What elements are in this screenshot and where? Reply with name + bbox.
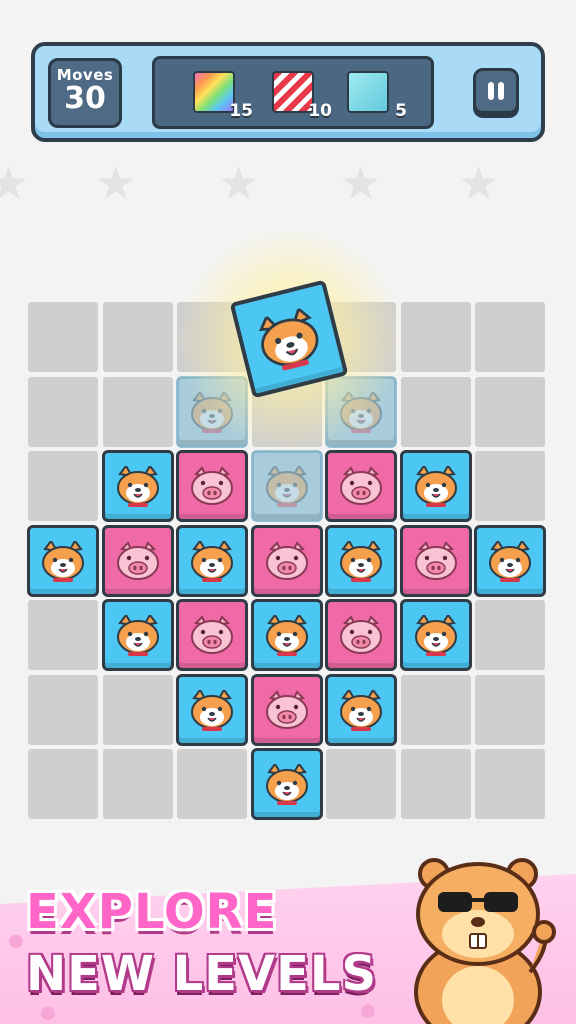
shiba-dog-face-icon bbox=[265, 466, 308, 508]
pig-face-icon bbox=[340, 466, 382, 506]
board-cell[interactable] bbox=[28, 749, 98, 819]
shiba-dog-face-icon bbox=[489, 540, 531, 582]
paw-print-icon: ● bbox=[8, 930, 24, 951]
board-cell[interactable] bbox=[475, 600, 545, 670]
dog-tile[interactable] bbox=[176, 524, 248, 597]
dog-tile[interactable] bbox=[101, 599, 174, 671]
board-cell[interactable] bbox=[400, 674, 471, 745]
dog-tile[interactable] bbox=[27, 524, 99, 597]
dog-tile[interactable] bbox=[250, 599, 323, 671]
dog-tile[interactable] bbox=[399, 450, 472, 522]
board-cell[interactable] bbox=[28, 600, 98, 670]
shiba-dog-face-icon bbox=[340, 540, 382, 582]
board-cell[interactable] bbox=[475, 451, 545, 521]
pig-face-icon bbox=[340, 615, 382, 655]
board-cell[interactable] bbox=[28, 302, 98, 372]
shiba-dog-face-icon bbox=[414, 466, 457, 508]
board-cell[interactable] bbox=[400, 376, 471, 447]
dog-tile[interactable] bbox=[399, 599, 472, 671]
pig-tile[interactable] bbox=[176, 450, 248, 522]
board-cell[interactable] bbox=[326, 749, 396, 819]
paw-print-icon: ● bbox=[40, 1002, 56, 1023]
dog-tile[interactable] bbox=[101, 450, 174, 522]
board-cell[interactable] bbox=[28, 376, 98, 447]
shiba-dog-face-icon bbox=[258, 306, 319, 371]
dog-tile[interactable] bbox=[325, 673, 397, 746]
shiba-dog-face-icon bbox=[340, 689, 382, 731]
banner-title-line2: NEW LEVELS bbox=[26, 946, 378, 1002]
pig-face-icon bbox=[414, 541, 457, 580]
board-cell[interactable] bbox=[102, 749, 173, 819]
shiba-dog-face-icon bbox=[191, 540, 233, 582]
board-cell[interactable] bbox=[102, 674, 173, 745]
pig-face-icon bbox=[116, 541, 159, 580]
board-cell[interactable] bbox=[102, 302, 173, 372]
paw-print-icon: ● bbox=[360, 1000, 376, 1021]
board-cell[interactable] bbox=[102, 376, 173, 447]
pig-face-icon bbox=[191, 466, 233, 506]
shiba-dog-face-icon bbox=[191, 689, 233, 731]
pig-tile[interactable] bbox=[325, 599, 397, 671]
ghost-dog-tile[interactable] bbox=[250, 450, 323, 522]
board-cell[interactable] bbox=[475, 302, 545, 372]
board-cell[interactable] bbox=[475, 376, 545, 447]
dog-tile[interactable] bbox=[474, 524, 546, 597]
dog-tile[interactable] bbox=[325, 524, 397, 597]
shiba-dog-face-icon bbox=[42, 540, 84, 582]
shiba-dog-face-icon bbox=[265, 615, 308, 657]
pig-face-icon bbox=[191, 615, 233, 655]
shiba-dog-face-icon bbox=[265, 764, 308, 806]
board-cell[interactable] bbox=[400, 749, 471, 819]
pig-tile[interactable] bbox=[250, 673, 323, 746]
hamster-with-sunglasses-icon bbox=[414, 858, 556, 1024]
pig-face-icon bbox=[265, 541, 308, 580]
dog-tile[interactable] bbox=[176, 673, 248, 746]
shiba-dog-face-icon bbox=[116, 466, 159, 508]
banner-title-line1: EXPLORE bbox=[26, 884, 278, 940]
dog-tile[interactable] bbox=[250, 748, 323, 820]
board-cell[interactable] bbox=[177, 749, 247, 819]
pig-tile[interactable] bbox=[101, 524, 174, 597]
shiba-dog-face-icon bbox=[414, 615, 457, 657]
board-cell[interactable] bbox=[28, 674, 98, 745]
board-cell[interactable] bbox=[400, 302, 471, 372]
pig-face-icon bbox=[265, 690, 308, 729]
pig-tile[interactable] bbox=[399, 524, 472, 597]
pig-tile[interactable] bbox=[325, 450, 397, 522]
board-cell[interactable] bbox=[475, 674, 545, 745]
shiba-dog-face-icon bbox=[116, 615, 159, 657]
pig-tile[interactable] bbox=[250, 524, 323, 597]
board-cell[interactable] bbox=[28, 451, 98, 521]
board-cell[interactable] bbox=[475, 749, 545, 819]
pig-tile[interactable] bbox=[176, 599, 248, 671]
